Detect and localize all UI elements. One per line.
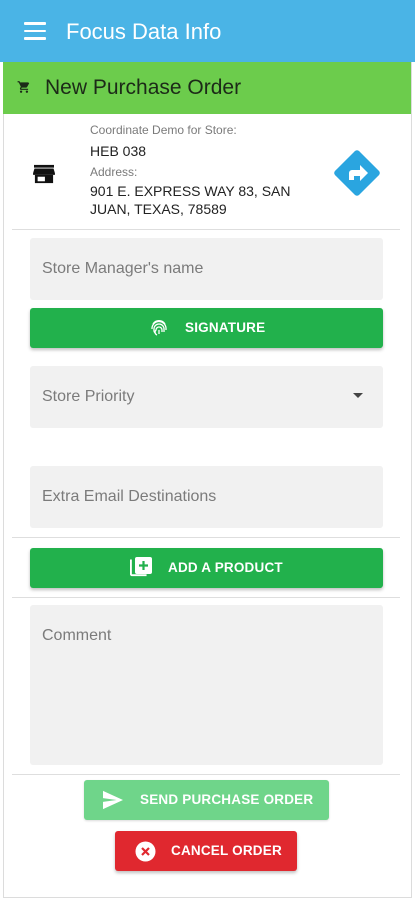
address-line-2: JUAN, TEXAS, 78589 bbox=[90, 201, 227, 217]
comment-placeholder: Comment bbox=[42, 627, 112, 644]
add-product-button[interactable]: ADD A PRODUCT bbox=[30, 548, 383, 588]
divider bbox=[12, 537, 400, 538]
divider bbox=[12, 597, 400, 598]
store-priority-placeholder: Store Priority bbox=[42, 388, 135, 405]
storefront-icon bbox=[33, 164, 55, 184]
page-title: New Purchase Order bbox=[45, 76, 242, 99]
store-priority-select[interactable]: Store Priority bbox=[30, 366, 383, 428]
comment-textarea[interactable]: Comment bbox=[30, 605, 383, 765]
add-product-label: ADD A PRODUCT bbox=[168, 560, 283, 575]
menu-icon[interactable] bbox=[24, 22, 46, 40]
manager-name-input[interactable]: Store Manager's name bbox=[30, 238, 383, 300]
add-box-icon bbox=[130, 557, 152, 577]
page-header: New Purchase Order bbox=[3, 62, 411, 114]
directions-icon[interactable] bbox=[333, 149, 381, 197]
send-icon bbox=[103, 790, 123, 810]
divider bbox=[12, 774, 400, 775]
signature-button[interactable]: SIGNATURE bbox=[30, 308, 383, 348]
send-purchase-order-button[interactable]: SEND PURCHASE ORDER bbox=[84, 780, 329, 820]
dropdown-arrow-icon bbox=[353, 393, 363, 398]
signature-label: SIGNATURE bbox=[185, 320, 266, 335]
extra-email-placeholder: Extra Email Destinations bbox=[42, 488, 217, 505]
coordinate-label: Coordinate Demo for Store: bbox=[90, 123, 237, 137]
cancel-order-label: CANCEL ORDER bbox=[171, 843, 282, 858]
extra-email-input[interactable]: Extra Email Destinations bbox=[30, 466, 383, 528]
app-bar: Focus Data Info bbox=[0, 0, 415, 62]
address-label: Address: bbox=[90, 165, 138, 179]
store-name: HEB 038 bbox=[90, 143, 147, 159]
manager-name-placeholder: Store Manager's name bbox=[42, 260, 204, 277]
fingerprint-icon bbox=[151, 320, 167, 336]
divider bbox=[12, 229, 400, 230]
cancel-order-button[interactable]: CANCEL ORDER bbox=[115, 831, 297, 871]
cart-icon bbox=[17, 81, 30, 93]
app-title: Focus Data Info bbox=[66, 19, 222, 44]
cancel-circle-icon bbox=[135, 841, 156, 862]
address-line-1: 901 E. EXPRESS WAY 83, SAN bbox=[90, 183, 291, 199]
send-purchase-order-label: SEND PURCHASE ORDER bbox=[140, 792, 314, 807]
